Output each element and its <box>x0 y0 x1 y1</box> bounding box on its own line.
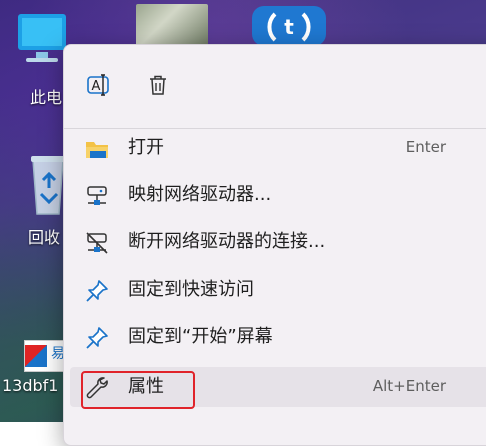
annotation-highlight-box <box>81 371 195 409</box>
rename-icon: A <box>87 74 109 96</box>
disconnect-drive-icon <box>84 230 110 256</box>
folder-icon <box>84 136 110 162</box>
menu-item-pin-quick-access[interactable]: 固定到快速访问 <box>70 270 486 310</box>
menu-item-open[interactable]: 打开 Enter <box>70 128 486 168</box>
menu-item-map-network-drive[interactable]: 映射网络驱动器... <box>70 175 486 215</box>
context-menu: A 打开 Enter 映射网络驱动器... 断开网络驱动器的连接... 固定到快… <box>63 44 486 446</box>
delete-button[interactable] <box>140 67 176 103</box>
svg-text:A: A <box>92 79 101 94</box>
rename-button[interactable]: A <box>80 67 116 103</box>
menu-item-label: 固定到快速访问 <box>128 279 254 300</box>
menu-item-label: 固定到“开始”屏幕 <box>128 326 273 347</box>
menu-item-label: 映射网络驱动器... <box>128 184 272 205</box>
menu-item-shortcut: Enter <box>405 138 446 156</box>
network-drive-icon <box>84 183 110 209</box>
pin-icon <box>84 278 110 304</box>
svg-text:t: t <box>284 15 294 39</box>
desktop-photo-thumbnail[interactable] <box>136 4 208 46</box>
menu-item-pin-start[interactable]: 固定到“开始”屏幕 <box>70 317 486 357</box>
menu-item-disconnect-network-drive[interactable]: 断开网络驱动器的连接... <box>70 222 486 262</box>
desktop-icon-label: 13dbf1 <box>2 376 59 395</box>
menu-item-shortcut: Alt+Enter <box>372 377 446 395</box>
desktop-app-icon[interactable]: t <box>252 6 326 46</box>
delete-icon <box>150 75 166 95</box>
menu-item-label: 打开 <box>128 137 164 158</box>
pin-icon <box>84 325 110 351</box>
broadcast-icon: t <box>267 12 311 42</box>
menu-item-label: 断开网络驱动器的连接... <box>128 231 326 252</box>
